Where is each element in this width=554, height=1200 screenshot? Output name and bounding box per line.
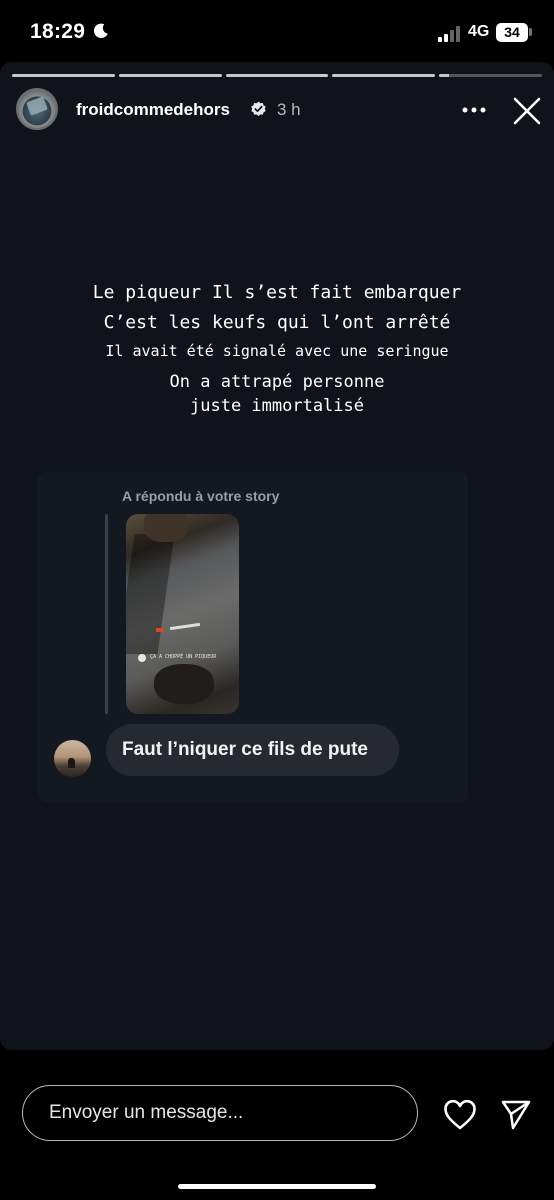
thumbnail-dot — [138, 654, 146, 662]
heart-icon[interactable] — [443, 1099, 477, 1131]
moon-icon — [93, 23, 108, 38]
signal-icon — [438, 26, 460, 42]
battery-tip — [529, 28, 532, 36]
caption-line: C’est les keufs qui l’ont arrêté — [103, 312, 451, 333]
more-icon[interactable] — [460, 100, 488, 120]
profile-avatar[interactable] — [16, 88, 58, 130]
battery-level: 34 — [496, 23, 528, 42]
replied-to-story-label: A répondu à votre story — [122, 488, 280, 504]
story-panel[interactable]: froidcommedehors 3 h Le piqueur Il s’est… — [0, 62, 554, 1050]
thumbnail-boot-top — [144, 514, 188, 542]
syringe-cap — [156, 628, 164, 632]
progress-segment-current — [439, 74, 542, 77]
network-type: 4G — [468, 23, 490, 40]
syringe — [169, 622, 201, 631]
progress-segment — [12, 74, 115, 77]
caption-line: Le piqueur Il s’est fait embarquer — [92, 282, 462, 303]
send-icon[interactable] — [500, 1098, 532, 1130]
caption-line: Il avait été signalé avec une seringue — [105, 342, 449, 360]
story-username[interactable]: froidcommedehors — [76, 100, 230, 120]
story-time-ago: 3 h — [277, 100, 301, 119]
status-bar: 18:29 4G 34 — [0, 0, 554, 62]
story-progress — [12, 74, 542, 77]
thumbnail-boot-bottom — [154, 664, 214, 704]
caption-line: juste immortalisé — [190, 396, 364, 416]
sender-avatar[interactable] — [54, 740, 91, 777]
message-text: Faut l’niquer ce fils de pute — [122, 739, 368, 760]
thumbnail-caption: ÇA A CHOPPÉ UN PIQUEUR — [150, 654, 217, 660]
story-thumbnail[interactable]: ÇA A CHOPPÉ UN PIQUEUR — [126, 514, 239, 714]
home-indicator[interactable] — [178, 1184, 376, 1189]
thumbnail-shadow — [126, 534, 175, 654]
progress-segment — [332, 74, 436, 77]
progress-segment — [225, 74, 329, 77]
caption-line: On a attrapé personne — [169, 372, 385, 392]
verified-icon — [251, 101, 266, 116]
status-time: 18:29 — [30, 20, 86, 43]
progress-segment — [118, 74, 222, 77]
close-icon[interactable] — [512, 96, 542, 126]
reply-quote-bar — [105, 514, 108, 714]
message-input[interactable] — [22, 1085, 418, 1141]
